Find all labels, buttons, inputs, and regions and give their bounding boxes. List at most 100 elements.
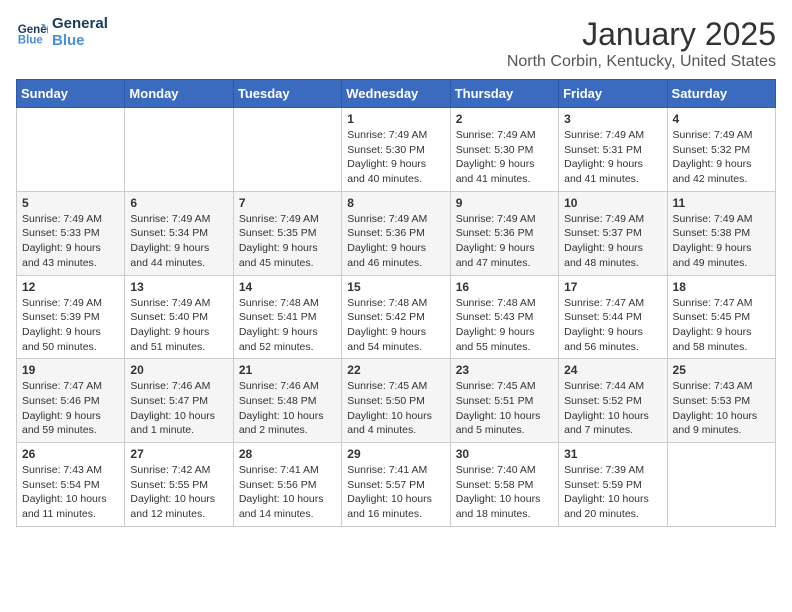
calendar-cell: 17 Sunrise: 7:47 AMSunset: 5:44 PMDayligh… [559,275,667,359]
calendar-cell: 27 Sunrise: 7:42 AMSunset: 5:55 PMDayligh… [125,443,233,527]
day-info: Sunrise: 7:48 AMSunset: 5:41 PMDaylight:… [239,296,336,355]
day-number: 10 [564,196,661,210]
calendar-cell: 26 Sunrise: 7:43 AMSunset: 5:54 PMDayligh… [17,443,125,527]
calendar-week-2: 5Sunrise: 7:49 AMSunset: 5:33 PMDaylight… [17,191,776,275]
calendar-cell: 14 Sunrise: 7:48 AMSunset: 5:41 PMDayligh… [233,275,341,359]
calendar-cell: 7 Sunrise: 7:49 AMSunset: 5:35 PMDaylight… [233,191,341,275]
weekday-header-thursday: Thursday [450,80,558,108]
day-number: 19 [22,363,119,377]
day-info: Sunrise: 7:39 AMSunset: 5:59 PMDaylight:… [564,463,661,522]
day-number: 7 [239,196,336,210]
day-info: Sunrise: 7:47 AMSunset: 5:46 PMDaylight:… [22,379,119,438]
month-title: January 2025 [507,16,776,53]
calendar-week-1: 1 Sunrise: 7:49 AMSunset: 5:30 PMDaylight… [17,108,776,192]
day-info: Sunrise: 7:49 AMSunset: 5:40 PMDaylight:… [130,296,227,355]
calendar-cell: 1 Sunrise: 7:49 AMSunset: 5:30 PMDaylight… [342,108,450,192]
day-number: 27 [130,447,227,461]
day-number: 16 [456,280,553,294]
calendar-cell: 6 Sunrise: 7:49 AMSunset: 5:34 PMDaylight… [125,191,233,275]
day-number: 23 [456,363,553,377]
weekday-header-monday: Monday [125,80,233,108]
day-number: 26 [22,447,119,461]
title-block: January 2025 North Corbin, Kentucky, Uni… [507,16,776,71]
day-info: Sunrise: 7:49 AMSunset: 5:35 PMDaylight:… [239,212,336,271]
calendar-cell: 15 Sunrise: 7:48 AMSunset: 5:42 PMDayligh… [342,275,450,359]
day-info: Sunrise: 7:49 AMSunset: 5:30 PMDaylight:… [347,128,444,187]
logo: General Blue General Blue [16,16,108,49]
calendar-cell: 20Sunrise: 7:46 AMSunset: 5:47 PMDayligh… [125,359,233,443]
day-info: Sunrise: 7:47 AMSunset: 5:45 PMDaylight:… [673,296,770,355]
day-number: 4 [673,112,770,126]
page-header: General Blue General Blue January 2025 N… [16,16,776,71]
calendar-cell: 4 Sunrise: 7:49 AMSunset: 5:32 PMDaylight… [667,108,775,192]
day-number: 17 [564,280,661,294]
day-number: 25 [673,363,770,377]
day-number: 6 [130,196,227,210]
day-number: 12 [22,280,119,294]
calendar-cell: 13 Sunrise: 7:49 AMSunset: 5:40 PMDayligh… [125,275,233,359]
day-info: Sunrise: 7:43 AMSunset: 5:54 PMDaylight:… [22,463,119,522]
calendar-cell: 2Sunrise: 7:49 AMSunset: 5:30 PMDaylight… [450,108,558,192]
calendar-table: SundayMondayTuesdayWednesdayThursdayFrid… [16,79,776,527]
day-number: 2 [456,112,553,126]
day-number: 9 [456,196,553,210]
day-info: Sunrise: 7:49 AMSunset: 5:38 PMDaylight:… [673,212,770,271]
calendar-cell: 8 Sunrise: 7:49 AMSunset: 5:36 PMDaylight… [342,191,450,275]
day-info: Sunrise: 7:49 AMSunset: 5:39 PMDaylight:… [22,296,119,355]
calendar-cell: 9 Sunrise: 7:49 AMSunset: 5:36 PMDaylight… [450,191,558,275]
day-number: 29 [347,447,444,461]
day-number: 20 [130,363,227,377]
calendar-cell: 30 Sunrise: 7:40 AMSunset: 5:58 PMDayligh… [450,443,558,527]
calendar-cell: 21Sunrise: 7:46 AMSunset: 5:48 PMDayligh… [233,359,341,443]
day-info: Sunrise: 7:49 AMSunset: 5:36 PMDaylight:… [456,212,553,271]
day-info: Sunrise: 7:49 AMSunset: 5:37 PMDaylight:… [564,212,661,271]
day-number: 30 [456,447,553,461]
weekday-header-saturday: Saturday [667,80,775,108]
calendar-week-5: 26 Sunrise: 7:43 AMSunset: 5:54 PMDayligh… [17,443,776,527]
day-number: 28 [239,447,336,461]
calendar-cell [17,108,125,192]
day-info: Sunrise: 7:47 AMSunset: 5:44 PMDaylight:… [564,296,661,355]
calendar-cell: 16 Sunrise: 7:48 AMSunset: 5:43 PMDayligh… [450,275,558,359]
calendar-cell: 12 Sunrise: 7:49 AMSunset: 5:39 PMDayligh… [17,275,125,359]
day-info: Sunrise: 7:40 AMSunset: 5:58 PMDaylight:… [456,463,553,522]
location-title: North Corbin, Kentucky, United States [507,53,776,71]
day-number: 1 [347,112,444,126]
day-number: 5 [22,196,119,210]
calendar-cell: 28Sunrise: 7:41 AMSunset: 5:56 PMDayligh… [233,443,341,527]
calendar-cell [233,108,341,192]
day-info: Sunrise: 7:49 AMSunset: 5:34 PMDaylight:… [130,212,227,271]
weekday-header-friday: Friday [559,80,667,108]
weekday-header-tuesday: Tuesday [233,80,341,108]
day-info: Sunrise: 7:46 AMSunset: 5:48 PMDaylight:… [239,379,336,438]
calendar-cell: 29 Sunrise: 7:41 AMSunset: 5:57 PMDayligh… [342,443,450,527]
day-number: 22 [347,363,444,377]
day-number: 11 [673,196,770,210]
calendar-cell: 18Sunrise: 7:47 AMSunset: 5:45 PMDayligh… [667,275,775,359]
day-number: 13 [130,280,227,294]
weekday-header-row: SundayMondayTuesdayWednesdayThursdayFrid… [17,80,776,108]
calendar-cell: 10 Sunrise: 7:49 AMSunset: 5:37 PMDayligh… [559,191,667,275]
day-info: Sunrise: 7:44 AMSunset: 5:52 PMDaylight:… [564,379,661,438]
calendar-cell [667,443,775,527]
calendar-cell: 22Sunrise: 7:45 AMSunset: 5:50 PMDayligh… [342,359,450,443]
day-info: Sunrise: 7:43 AMSunset: 5:53 PMDaylight:… [673,379,770,438]
day-number: 8 [347,196,444,210]
day-info: Sunrise: 7:49 AMSunset: 5:36 PMDaylight:… [347,212,444,271]
day-info: Sunrise: 7:49 AMSunset: 5:32 PMDaylight:… [673,128,770,187]
calendar-cell: 23Sunrise: 7:45 AMSunset: 5:51 PMDayligh… [450,359,558,443]
day-number: 31 [564,447,661,461]
calendar-cell: 31 Sunrise: 7:39 AMSunset: 5:59 PMDayligh… [559,443,667,527]
calendar-cell [125,108,233,192]
day-number: 14 [239,280,336,294]
calendar-cell: 11 Sunrise: 7:49 AMSunset: 5:38 PMDayligh… [667,191,775,275]
day-info: Sunrise: 7:49 AMSunset: 5:31 PMDaylight:… [564,128,661,187]
day-number: 24 [564,363,661,377]
day-info: Sunrise: 7:41 AMSunset: 5:57 PMDaylight:… [347,463,444,522]
calendar-cell: 19 Sunrise: 7:47 AMSunset: 5:46 PMDayligh… [17,359,125,443]
calendar-cell: 24 Sunrise: 7:44 AMSunset: 5:52 PMDayligh… [559,359,667,443]
day-number: 15 [347,280,444,294]
day-info: Sunrise: 7:42 AMSunset: 5:55 PMDaylight:… [130,463,227,522]
day-info: Sunrise: 7:48 AMSunset: 5:43 PMDaylight:… [456,296,553,355]
day-info: Sunrise: 7:48 AMSunset: 5:42 PMDaylight:… [347,296,444,355]
